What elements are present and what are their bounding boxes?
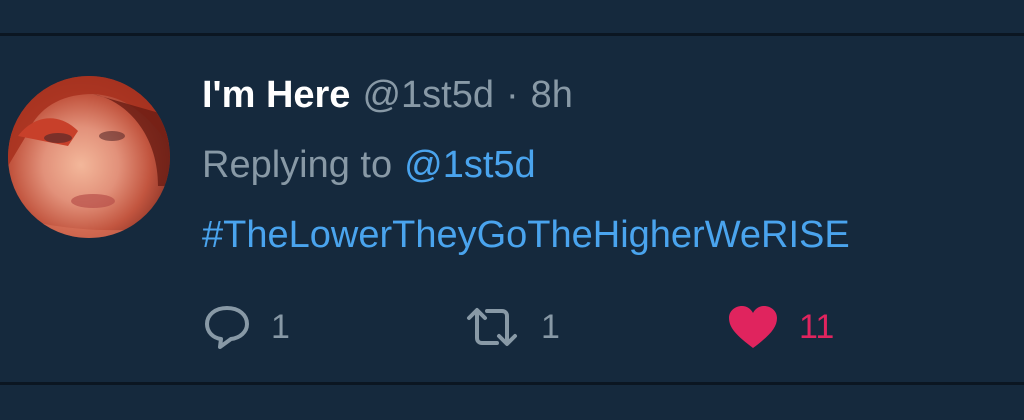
divider: [0, 33, 1024, 36]
avatar[interactable]: [8, 76, 170, 238]
display-name[interactable]: I'm Here: [202, 74, 350, 117]
retweet-count: 1: [541, 307, 560, 346]
hashtag-link[interactable]: #TheLowerTheyGoTheHigherWeRISE: [202, 214, 850, 257]
like-count: 11: [799, 307, 835, 346]
user-handle[interactable]: @1st5d: [362, 74, 494, 117]
divider: [0, 382, 1024, 385]
heart-icon: [727, 304, 779, 350]
like-button[interactable]: 11: [727, 302, 834, 352]
reply-icon: [203, 304, 251, 350]
avatar-image: [8, 76, 170, 238]
separator-dot: ·: [505, 74, 519, 116]
timestamp[interactable]: 8h: [531, 74, 573, 117]
tweet-card[interactable]: I'm Here @1st5d · 8h Replying to @1st5d #…: [0, 0, 1024, 420]
reply-count: 1: [271, 307, 290, 346]
reply-button[interactable]: 1: [203, 302, 290, 352]
retweet-icon: [463, 304, 521, 350]
retweet-button[interactable]: 1: [463, 302, 560, 352]
tweet-header: I'm Here @1st5d · 8h: [202, 74, 573, 124]
replying-to-handle[interactable]: @1st5d: [404, 144, 536, 186]
replying-to-label: Replying to: [202, 144, 393, 186]
replying-to: Replying to @1st5d: [202, 144, 536, 187]
